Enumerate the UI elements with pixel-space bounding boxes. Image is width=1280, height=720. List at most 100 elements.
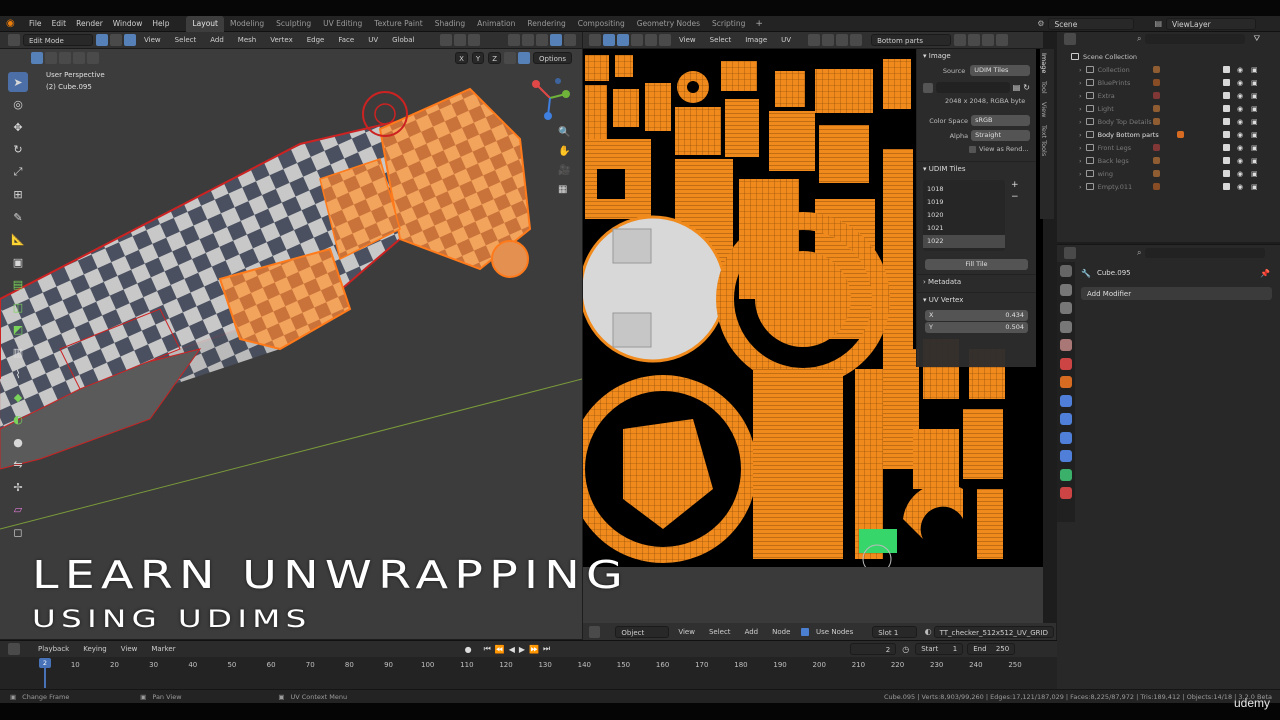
edge-slide-tool-icon[interactable]: ⇋ (8, 455, 28, 475)
axis-z-toggle[interactable]: Z (488, 52, 501, 64)
tab-shading[interactable]: Shading (429, 16, 471, 32)
cursor-tool-icon[interactable]: ◎ (8, 95, 28, 115)
tab-layout[interactable]: Layout (186, 15, 224, 32)
timeline-menu-playback[interactable]: Playback (33, 643, 74, 655)
exclude-checkbox[interactable] (1223, 170, 1230, 177)
bevel-tool-icon[interactable]: ◩ (8, 320, 28, 340)
exclude-checkbox[interactable] (1223, 79, 1230, 86)
expand-arrow-icon[interactable]: › (1079, 131, 1082, 139)
viewport-menu-edge[interactable]: Edge (302, 34, 330, 46)
outliner-item[interactable]: › Body Top Details ◉ ▣ (1057, 115, 1280, 128)
expand-arrow-icon[interactable]: › (1079, 92, 1082, 100)
slot-dropdown[interactable]: Slot 1 (872, 625, 917, 638)
outliner-item[interactable]: › Empty.011 ◉ ▣ (1057, 180, 1280, 193)
tab-modeling[interactable]: Modeling (224, 16, 270, 32)
render-camera-icon[interactable]: ▣ (1251, 79, 1258, 87)
uv-menu-select[interactable]: Select (705, 34, 737, 46)
outliner-item[interactable]: › Light ◉ ▣ (1057, 102, 1280, 115)
material-selector[interactable]: TT_checker_512x512_UV_GRID (933, 625, 1054, 638)
annotate-tool-icon[interactable]: ✎ (8, 207, 28, 227)
viewlayer-icon[interactable]: ▤ (1154, 19, 1162, 28)
outliner-item[interactable]: › Body Bottom parts ◉ ▣ (1057, 128, 1280, 141)
viewport-menu-add[interactable]: Add (205, 34, 229, 46)
uv-pivot-icon[interactable] (808, 34, 821, 46)
image-section-header[interactable]: ▾ Image (917, 49, 1036, 63)
object-data-icon[interactable] (1153, 118, 1160, 125)
options-dropdown[interactable]: Options (532, 52, 572, 64)
render-camera-icon[interactable]: ▣ (1251, 144, 1258, 152)
node-menu-select[interactable]: Select (704, 626, 736, 638)
exclude-checkbox[interactable] (1223, 118, 1230, 125)
expand-arrow-icon[interactable]: › (1079, 157, 1082, 165)
visibility-eye-icon[interactable]: ◉ (1237, 170, 1243, 178)
3d-viewport[interactable] (0, 49, 582, 639)
camera-icon[interactable]: 🎥 (558, 165, 574, 184)
sidebar-tab-text-tools[interactable]: Text Tools (1040, 121, 1048, 160)
tab-animation[interactable]: Animation (471, 16, 521, 32)
exclude-checkbox[interactable] (1223, 183, 1230, 190)
udim-tile-1019[interactable]: 1019 (923, 196, 1005, 209)
timeline-type-icon[interactable] (8, 643, 20, 655)
object-properties-tab-icon[interactable] (1060, 376, 1072, 388)
end-frame-field[interactable]: End 250 (967, 643, 1016, 655)
scale-tool-icon[interactable]: ⤢ (8, 162, 28, 182)
visibility-eye-icon[interactable]: ◉ (1237, 66, 1243, 74)
modifier-properties-tab-icon[interactable] (1060, 394, 1072, 407)
expand-arrow-icon[interactable]: › (1079, 170, 1082, 178)
properties-search-input[interactable] (1145, 248, 1266, 258)
exclude-checkbox[interactable] (1223, 105, 1230, 112)
outliner-item[interactable]: › Extra ◉ ▣ (1057, 89, 1280, 102)
tool-properties-tab-icon[interactable] (1060, 265, 1072, 277)
select-extend-icon[interactable] (45, 52, 57, 64)
image-selector[interactable]: Bottom parts (871, 34, 952, 46)
transform-orientation[interactable]: Global (387, 34, 437, 46)
node-menu-add[interactable]: Add (740, 626, 764, 638)
axis-x-toggle[interactable]: X (455, 52, 468, 64)
metadata-section-header[interactable]: › Metadata (917, 274, 1036, 289)
node-editor-type-icon[interactable] (589, 625, 601, 638)
expand-arrow-icon[interactable]: › (1079, 118, 1082, 126)
uv-vertex-x-field[interactable]: X 0.434 (925, 310, 1028, 321)
extrude-tool-icon[interactable]: ▤ (8, 275, 28, 295)
smooth-tool-icon[interactable]: ● (8, 432, 28, 452)
mode-selector[interactable]: Edit Mode (23, 34, 93, 46)
render-camera-icon[interactable]: ▣ (1251, 105, 1258, 113)
sidebar-tab-image[interactable]: Image (1040, 49, 1048, 77)
exclude-checkbox[interactable] (1223, 157, 1230, 164)
alpha-dropdown[interactable]: Straight (971, 130, 1030, 141)
navigation-gizmo[interactable] (528, 76, 572, 120)
pivot-icon[interactable] (440, 34, 453, 46)
visibility-eye-icon[interactable]: ◉ (1237, 183, 1243, 191)
start-frame-field[interactable]: Start 1 (915, 643, 964, 655)
select-tool-icon[interactable]: ➤ (8, 72, 28, 92)
menu-edit[interactable]: Edit (47, 16, 72, 32)
zoom-icon[interactable]: 🔍 (558, 127, 574, 146)
viewport-menu-vertex[interactable]: Vertex (265, 34, 298, 46)
shader-editor-area[interactable] (583, 567, 1043, 623)
add-modifier-dropdown[interactable]: Add Modifier (1081, 287, 1272, 300)
select-box-mode-icon[interactable] (31, 52, 43, 64)
node-mode-dropdown[interactable]: Object (615, 625, 670, 638)
jump-start-icon[interactable]: ⏮ (484, 644, 491, 654)
uv-vertex-y-field[interactable]: Y 0.504 (925, 322, 1028, 333)
axis-y-toggle[interactable]: Y (471, 52, 485, 64)
image-path-field[interactable] (935, 82, 1010, 93)
outliner-item[interactable]: › Back legs ◉ ▣ (1057, 154, 1280, 167)
object-data-icon[interactable] (1153, 79, 1160, 86)
view-as-render-checkbox[interactable] (969, 145, 976, 153)
xray-icon[interactable] (536, 34, 548, 46)
shrink-fatten-tool-icon[interactable]: ✢ (8, 477, 28, 497)
exclude-checkbox[interactable] (1223, 131, 1230, 138)
shading-material-icon[interactable] (564, 34, 576, 46)
expand-arrow-icon[interactable]: › (1079, 105, 1082, 113)
folder-icon[interactable]: ▤ (1013, 83, 1021, 92)
shear-tool-icon[interactable]: ▱ (8, 500, 28, 520)
visibility-eye-icon[interactable]: ◉ (1237, 79, 1243, 87)
sidebar-tab-view[interactable]: View (1040, 98, 1048, 121)
scene-properties-tab-icon[interactable] (1060, 339, 1072, 351)
edge-select-icon[interactable] (110, 34, 122, 46)
overlay-icon[interactable] (522, 34, 534, 46)
udim-tile-1022[interactable]: 1022 (923, 235, 1005, 248)
udim-tile-1018[interactable]: 1018 (923, 183, 1005, 196)
rotate-tool-icon[interactable]: ↻ (8, 140, 28, 160)
